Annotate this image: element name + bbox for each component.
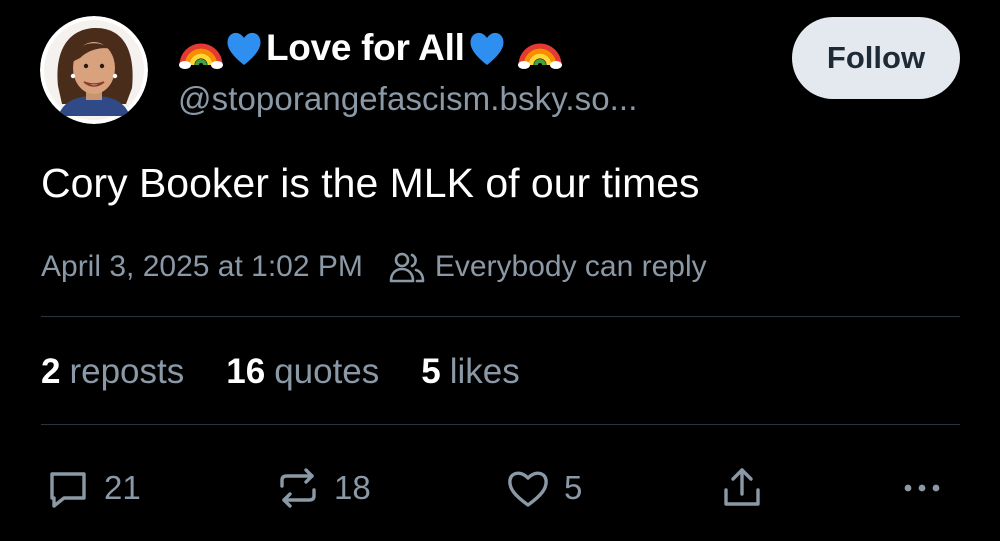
engagement-stats: 2 reposts 16 quotes 5 likes bbox=[41, 348, 562, 396]
quotes-count: 16 bbox=[226, 352, 266, 391]
repost-count: 18 bbox=[334, 469, 371, 506]
reposts-label: reposts bbox=[69, 352, 185, 391]
quotes-label: quotes bbox=[274, 352, 380, 391]
divider bbox=[41, 424, 960, 425]
rainbow-icon bbox=[178, 25, 224, 71]
reply-button[interactable]: 21 bbox=[44, 462, 141, 514]
heart-icon bbox=[508, 471, 548, 507]
post-actions: 21 18 5 bbox=[0, 462, 1000, 514]
likes-count: 5 bbox=[421, 352, 441, 391]
post-text: Cory Booker is the MLK of our times bbox=[41, 160, 700, 206]
reply-setting[interactable]: Everybody can reply bbox=[435, 250, 707, 284]
like-count: 5 bbox=[564, 469, 583, 506]
share-icon bbox=[724, 468, 760, 506]
blue-heart-icon bbox=[467, 28, 507, 68]
reposts-count: 2 bbox=[41, 352, 61, 391]
reply-icon bbox=[50, 472, 86, 508]
likes-stat[interactable]: 5 likes bbox=[421, 352, 520, 392]
display-name[interactable]: Love for All bbox=[178, 20, 563, 76]
repost-button[interactable]: 18 bbox=[274, 462, 371, 514]
user-handle[interactable]: @stoporangefascism.bsky.so... bbox=[178, 80, 637, 118]
people-icon bbox=[387, 247, 427, 287]
follow-button[interactable]: Follow bbox=[792, 17, 960, 99]
avatar[interactable] bbox=[40, 16, 148, 124]
reply-count: 21 bbox=[104, 469, 141, 506]
divider bbox=[41, 316, 960, 317]
share-button[interactable] bbox=[718, 462, 766, 514]
more-icon bbox=[904, 484, 940, 492]
likes-label: likes bbox=[449, 352, 520, 391]
rainbow-icon bbox=[517, 25, 563, 71]
repost-icon bbox=[280, 468, 316, 508]
reposts-stat[interactable]: 2 reposts bbox=[41, 352, 184, 392]
post-timestamp: April 3, 2025 at 1:02 PM bbox=[41, 250, 363, 283]
blue-heart-icon bbox=[224, 28, 264, 68]
post-meta: April 3, 2025 at 1:02 PM Everybody can r… bbox=[41, 244, 707, 290]
quotes-stat[interactable]: 16 quotes bbox=[226, 352, 379, 392]
more-options-button[interactable] bbox=[898, 462, 946, 514]
like-button[interactable]: 5 bbox=[504, 462, 582, 514]
display-name-text: Love for All bbox=[266, 27, 465, 68]
